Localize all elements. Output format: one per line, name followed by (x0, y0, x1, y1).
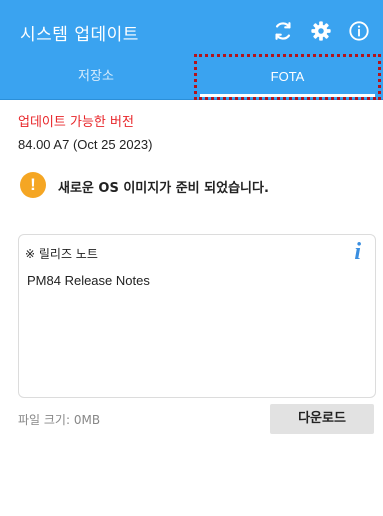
tab-storage[interactable]: 저장소 (0, 62, 192, 99)
release-notes-card: ※ 릴리즈 노트 i PM84 Release Notes (18, 234, 376, 398)
refresh-icon[interactable] (272, 20, 294, 42)
alert-message: 새로운 OS 이미지가 준비 되었습니다. (58, 181, 269, 196)
download-button[interactable]: 다운로드 (270, 404, 374, 434)
info-icon[interactable]: i (354, 239, 361, 266)
app-title: 시스템 업데이트 (20, 25, 139, 45)
info-circle-icon[interactable] (348, 20, 370, 42)
release-notes-text: PM84 Release Notes (27, 273, 150, 288)
version-text: 84.00 A7 (Oct 25 2023) (18, 137, 153, 152)
highlight-box (194, 54, 381, 100)
warning-icon: ! (20, 172, 46, 198)
file-size-label: 파일 크기: 0MB (18, 413, 101, 427)
gear-icon[interactable] (310, 20, 332, 42)
release-notes-label: ※ 릴리즈 노트 (25, 247, 98, 261)
app-bar: 시스템 업데이트 (0, 0, 383, 62)
available-version-label: 업데이트 가능한 버전 (18, 115, 134, 130)
